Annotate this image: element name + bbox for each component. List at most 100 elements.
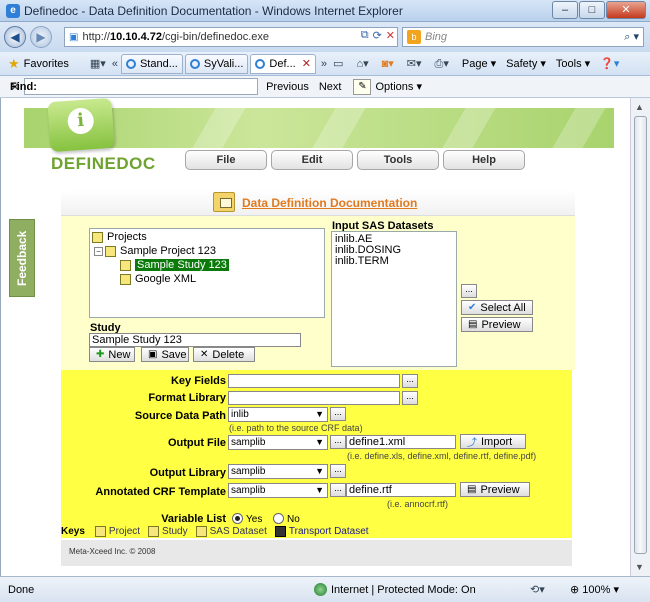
help-menu[interactable]: ❓▾ xyxy=(600,57,622,70)
select-all-button[interactable]: ✔ Select All xyxy=(461,300,533,315)
definedoc-logo: i xyxy=(47,98,115,153)
import-button[interactable]: ⤴ Import xyxy=(460,434,526,449)
chevron-down-icon: ▼ xyxy=(315,437,324,447)
print-button[interactable]: ⎙▾ xyxy=(435,57,452,71)
compat-icon[interactable]: ⧉ xyxy=(361,29,369,42)
ie-tab-icon xyxy=(125,58,136,69)
output-file-input[interactable]: define1.xml xyxy=(346,435,456,449)
key-sas-dataset: SAS Dataset xyxy=(195,526,267,537)
annotated-crf-library-select[interactable]: samplib ▼ xyxy=(228,483,328,498)
output-library-select[interactable]: samplib ▼ xyxy=(228,464,328,479)
mail-button[interactable]: ✉▾ xyxy=(407,57,425,70)
tab-standards[interactable]: Stand... xyxy=(120,53,183,74)
zoom-level[interactable]: ⊕ 100% ▾ xyxy=(570,583,619,596)
menu-help[interactable]: Help xyxy=(443,150,525,170)
highlight-icon[interactable]: ✎ xyxy=(353,78,372,95)
save-study-button[interactable]: ▣ Save xyxy=(141,347,189,362)
menu-edit[interactable]: Edit xyxy=(271,150,353,170)
scroll-down-icon[interactable]: ▼ xyxy=(635,562,644,572)
menu-file[interactable]: File xyxy=(185,150,267,170)
feedback-tab[interactable]: Feedback xyxy=(9,219,35,297)
tree-item-project[interactable]: − Sample Project 123 xyxy=(94,245,216,257)
datasets-browse-button[interactable]: ... xyxy=(461,284,477,298)
key-transport-dataset: Transport Dataset xyxy=(274,526,369,537)
key-project: Project xyxy=(94,526,140,537)
tree-item-study-selected[interactable]: Sample Study 123 xyxy=(120,259,229,271)
safety-menu[interactable]: Safety ▾ xyxy=(506,57,546,71)
maximize-button[interactable]: □ xyxy=(579,1,605,19)
feeds-button[interactable]: ◙▾ xyxy=(382,57,397,70)
refresh-icon[interactable]: ⟳ xyxy=(373,29,382,42)
import-icon: ⤴ xyxy=(467,438,477,449)
tools-menu[interactable]: Tools ▾ xyxy=(556,57,590,71)
url-input[interactable]: ▣ http://10.10.4.72/cgi-bin/definedoc.ex… xyxy=(64,27,398,47)
stop-icon[interactable]: ✕ xyxy=(386,29,395,42)
new-study-button[interactable]: ✚ New xyxy=(89,347,135,362)
study-icon xyxy=(120,259,131,271)
datasets-list[interactable]: inlib.AE inlib.DOSING inlib.TERM xyxy=(331,231,457,367)
source-path-browse-button[interactable]: ... xyxy=(330,407,346,421)
search-input[interactable]: b Bing ⌕ ▾ xyxy=(402,27,644,47)
bing-icon: b xyxy=(407,30,421,44)
tab-scroll-left-icon[interactable]: « xyxy=(112,58,118,70)
security-zone[interactable]: Internet | Protected Mode: On xyxy=(314,583,476,596)
project-icon xyxy=(94,526,106,537)
page-menu[interactable]: Page ▾ xyxy=(462,57,496,71)
delete-study-button[interactable]: ✕ Delete xyxy=(193,347,255,362)
tab-syvalidator[interactable]: SyVali... xyxy=(184,53,249,74)
back-button[interactable]: ◀ xyxy=(4,26,26,48)
project-tree[interactable]: Projects − Sample Project 123 Sample Stu… xyxy=(89,228,325,318)
scroll-up-icon[interactable]: ▲ xyxy=(635,102,644,112)
folder-icon xyxy=(213,192,235,212)
annotated-crf-input[interactable]: define.rtf xyxy=(346,483,456,497)
variable-list-no-radio[interactable] xyxy=(273,513,284,524)
menu-tools[interactable]: Tools xyxy=(357,150,439,170)
page-content: Feedback i DEFINEDOC File Edit Tools Hel… xyxy=(0,98,630,576)
search-icon[interactable]: ⌕ ▾ xyxy=(624,30,639,44)
key-fields-browse-button[interactable]: ... xyxy=(402,374,418,388)
preview-datasets-button[interactable]: ▤ Preview xyxy=(461,317,533,332)
format-library-input[interactable] xyxy=(228,391,400,405)
minimize-button[interactable]: – xyxy=(552,1,578,19)
window-titlebar: e Definedoc - Data Definition Documentat… xyxy=(0,0,650,22)
globe-icon xyxy=(314,583,327,596)
help-icon: ❓▾ xyxy=(600,58,620,70)
favorites-star-icon[interactable]: ★ xyxy=(8,56,20,72)
find-previous-button[interactable]: Previous xyxy=(266,81,309,93)
quick-tabs-icon[interactable]: ▦▾ xyxy=(90,57,106,70)
key-fields-input[interactable] xyxy=(228,374,400,388)
collapse-icon[interactable]: − xyxy=(94,246,103,256)
study-name-input[interactable]: Sample Study 123 xyxy=(89,333,301,347)
new-tab-icon[interactable]: ▭ xyxy=(333,57,343,70)
find-options-button[interactable]: ✎ Options ▾ xyxy=(353,78,422,95)
home-button[interactable]: ⌂▾ xyxy=(356,57,371,70)
output-library-browse-button[interactable]: ... xyxy=(330,464,346,478)
output-file-browse-button[interactable]: ... xyxy=(330,435,346,449)
vertical-scrollbar[interactable]: ▲ ▼ xyxy=(630,98,650,576)
list-item[interactable]: inlib.TERM xyxy=(335,256,453,267)
annotated-crf-browse-button[interactable]: ... xyxy=(330,483,346,497)
logo-text: DEFINEDOC xyxy=(51,154,156,173)
format-library-browse-button[interactable]: ... xyxy=(402,391,418,405)
preview-crf-button[interactable]: ▤ Preview xyxy=(460,482,530,497)
tree-item-projects[interactable]: Projects xyxy=(92,231,147,243)
close-button[interactable]: ✕ xyxy=(606,1,646,19)
forward-button[interactable]: ▶ xyxy=(30,26,52,48)
preview-icon: ▤ xyxy=(468,319,478,330)
tab-definedoc[interactable]: Def... ✕ xyxy=(250,53,316,74)
scroll-thumb[interactable] xyxy=(634,116,647,554)
output-file-library-select[interactable]: samplib ▼ xyxy=(228,435,328,450)
find-input[interactable] xyxy=(24,78,259,95)
tree-item-study[interactable]: Google XML xyxy=(120,273,196,285)
page-title[interactable]: Data Definition Documentation xyxy=(242,196,417,210)
close-tab-icon[interactable]: ✕ xyxy=(302,57,311,70)
protected-mode-icon[interactable]: ⟲▾ xyxy=(530,583,545,596)
tab-more-icon[interactable]: » xyxy=(321,58,327,70)
print-icon: ⎙▾ xyxy=(434,57,449,70)
chevron-down-icon: ▼ xyxy=(315,466,324,476)
find-next-button[interactable]: Next xyxy=(319,81,342,93)
favorites-button[interactable]: Favorites xyxy=(24,58,69,70)
variable-list-yes-radio[interactable] xyxy=(232,513,243,524)
source-data-path-select[interactable]: inlib ▼ xyxy=(228,407,328,422)
favorites-bar: ★ Favorites ▦▾ « Stand... SyVali... Def.… xyxy=(0,52,650,76)
